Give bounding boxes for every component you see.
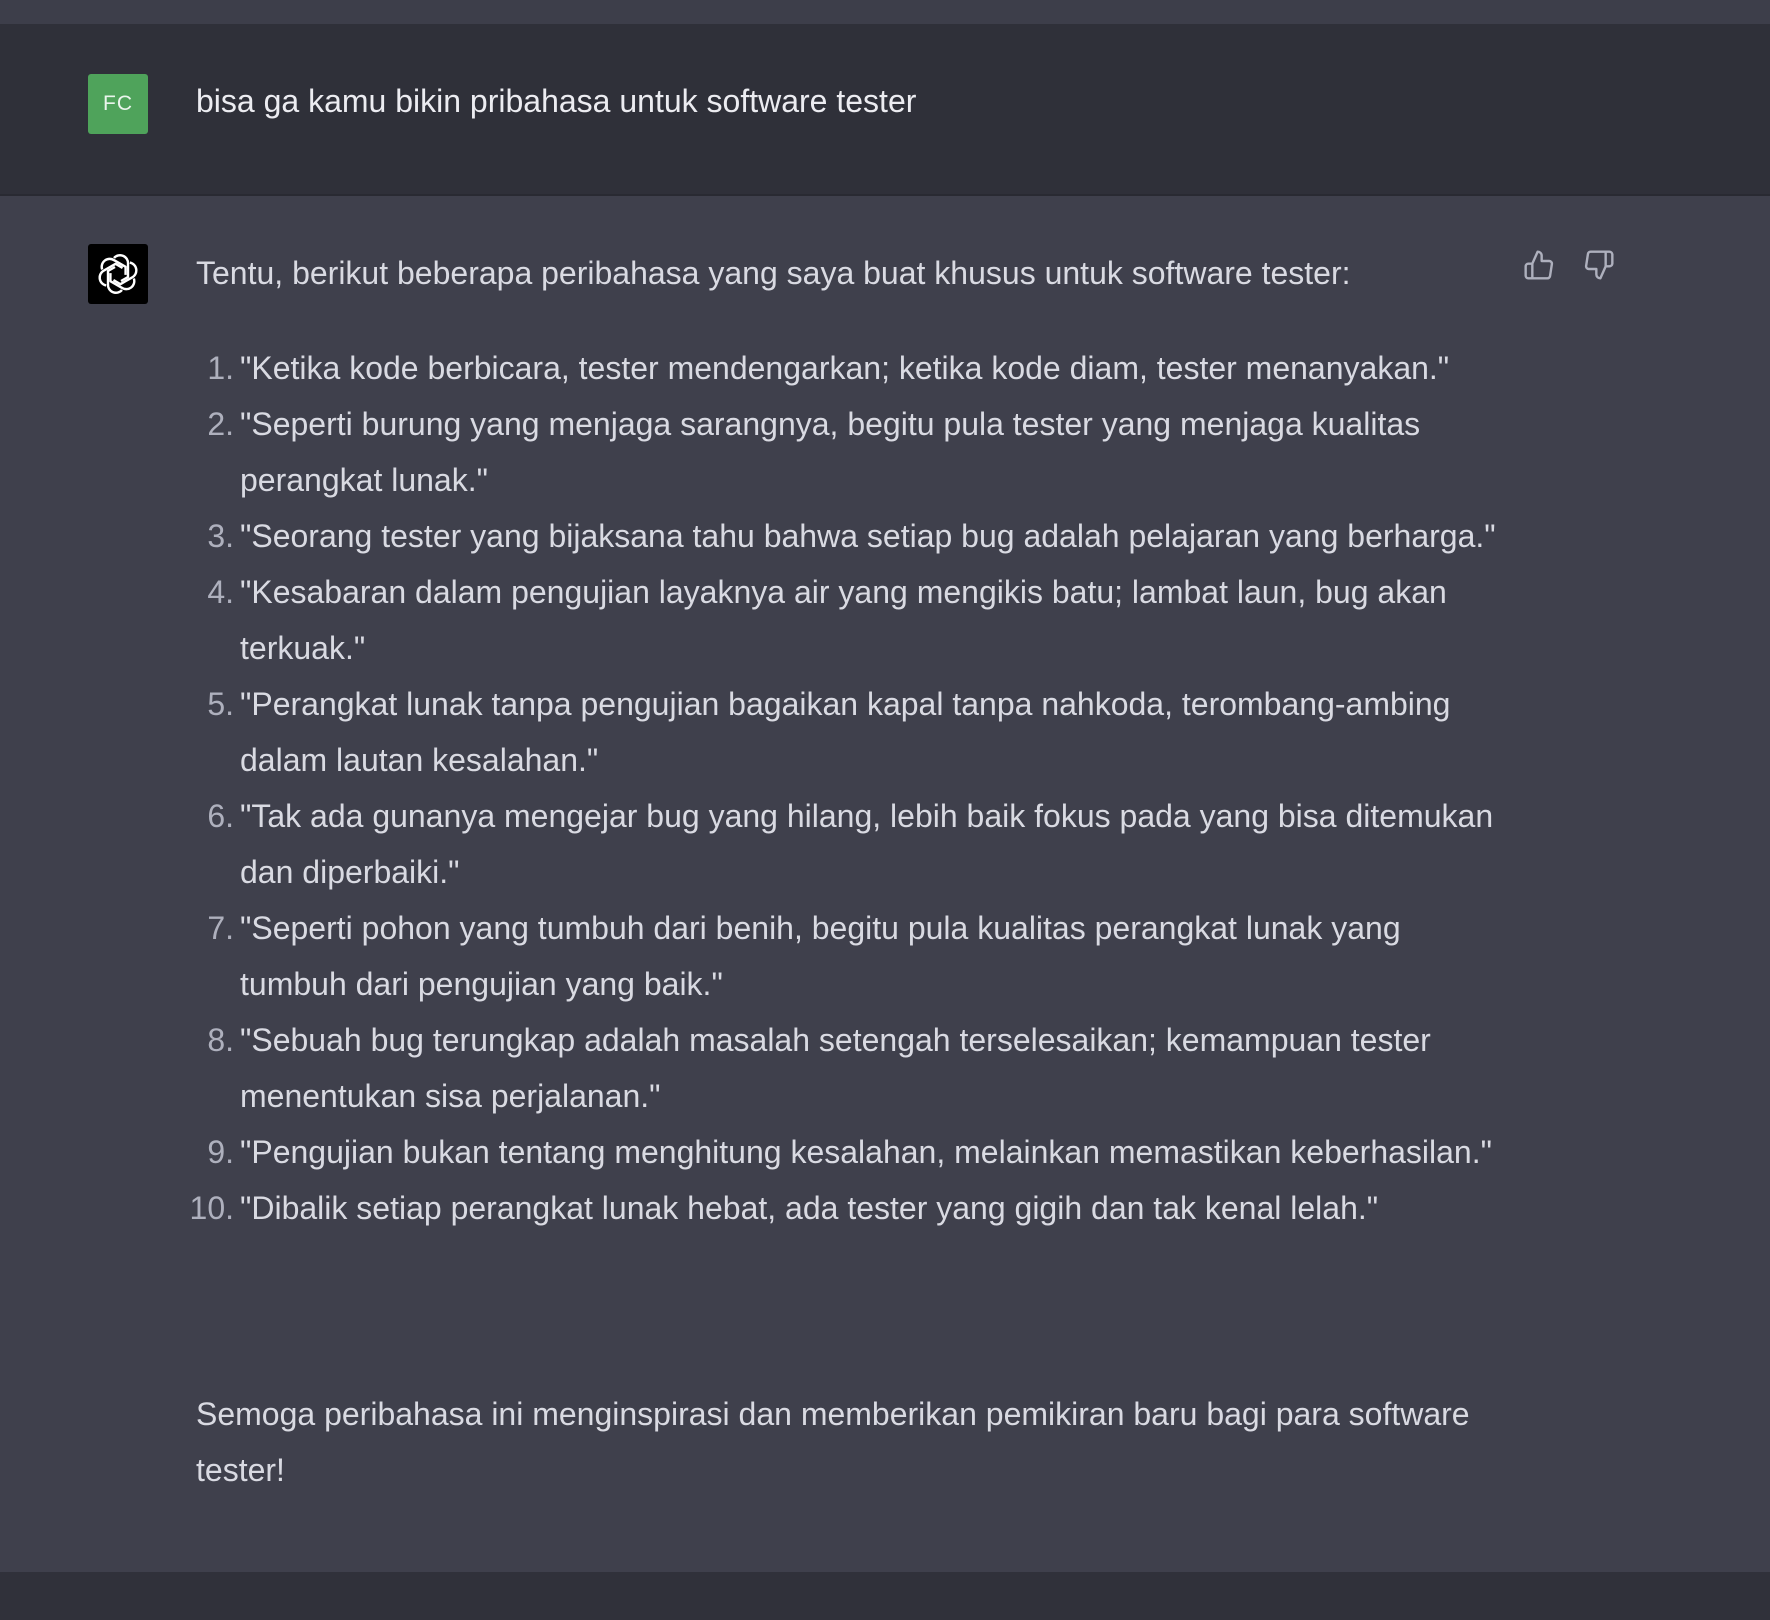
- list-item: 3. "Seorang tester yang bijaksana tahu b…: [196, 508, 1496, 564]
- list-item: 2. "Seperti burung yang menjaga sarangny…: [196, 396, 1496, 508]
- list-item: 8. "Sebuah bug terungkap adalah masalah …: [196, 1012, 1496, 1124]
- thumbs-up-button[interactable]: [1522, 248, 1556, 282]
- list-number: 8.: [207, 1022, 234, 1058]
- list-number: 4.: [207, 574, 234, 610]
- list-number: 5.: [207, 686, 234, 722]
- top-strip: [0, 0, 1770, 24]
- list-item-text: "Perangkat lunak tanpa pengujian bagaika…: [240, 686, 1451, 778]
- thumbs-up-icon: [1524, 250, 1554, 280]
- list-number: 9.: [207, 1134, 234, 1170]
- list-item-text: "Ketika kode berbicara, tester mendengar…: [240, 350, 1450, 386]
- list-number: 3.: [207, 518, 234, 554]
- list-item: 1. "Ketika kode berbicara, tester menden…: [196, 340, 1496, 396]
- list-number: 1.: [207, 350, 234, 386]
- user-message-text: bisa ga kamu bikin pribahasa untuk softw…: [196, 83, 917, 119]
- list-number: 6.: [207, 798, 234, 834]
- list-item-text: "Kesabaran dalam pengujian layaknya air …: [240, 574, 1447, 666]
- list-item-text: "Seperti pohon yang tumbuh dari benih, b…: [240, 910, 1401, 1002]
- list-item: 7. "Seperti pohon yang tumbuh dari benih…: [196, 900, 1496, 1012]
- list-number: 7.: [207, 910, 234, 946]
- list-item-text: "Pengujian bukan tentang menghitung kesa…: [240, 1134, 1492, 1170]
- list-item: 9. "Pengujian bukan tentang menghitung k…: [196, 1124, 1496, 1180]
- list-item-text: "Sebuah bug terungkap adalah masalah set…: [240, 1022, 1431, 1114]
- user-avatar: FC: [88, 74, 148, 134]
- bottom-strip: [0, 1572, 1770, 1620]
- thumbs-down-button[interactable]: [1582, 248, 1616, 282]
- assistant-intro: Tentu, berikut beberapa peribahasa yang …: [196, 255, 1351, 291]
- feedback-buttons: [1522, 248, 1616, 282]
- list-item-text: "Seperti burung yang menjaga sarangnya, …: [240, 406, 1421, 498]
- list-item: 4. "Kesabaran dalam pengujian layaknya a…: [196, 564, 1496, 676]
- proverb-list: 1. "Ketika kode berbicara, tester menden…: [190, 340, 1496, 1236]
- list-item-text: "Tak ada gunanya mengejar bug yang hilan…: [240, 798, 1494, 890]
- assistant-avatar: [88, 244, 148, 304]
- list-number: 10.: [189, 1190, 234, 1226]
- list-item-text: "Seorang tester yang bijaksana tahu bahw…: [240, 518, 1496, 554]
- list-item: 10. "Dibalik setiap perangkat lunak heba…: [190, 1180, 1496, 1236]
- user-message: FC bisa ga kamu bikin pribahasa untuk so…: [0, 24, 1770, 196]
- list-item-text: "Dibalik setiap perangkat lunak hebat, a…: [240, 1190, 1379, 1226]
- thumbs-down-icon: [1584, 250, 1614, 280]
- list-number: 2.: [207, 406, 234, 442]
- openai-logo-icon: [97, 254, 139, 294]
- assistant-outro: Semoga peribahasa ini menginspirasi dan …: [196, 1396, 1470, 1488]
- list-item: 5. "Perangkat lunak tanpa pengujian baga…: [196, 676, 1496, 788]
- assistant-message: Tentu, berikut beberapa peribahasa yang …: [0, 196, 1770, 1572]
- list-item: 6. "Tak ada gunanya mengejar bug yang hi…: [196, 788, 1496, 900]
